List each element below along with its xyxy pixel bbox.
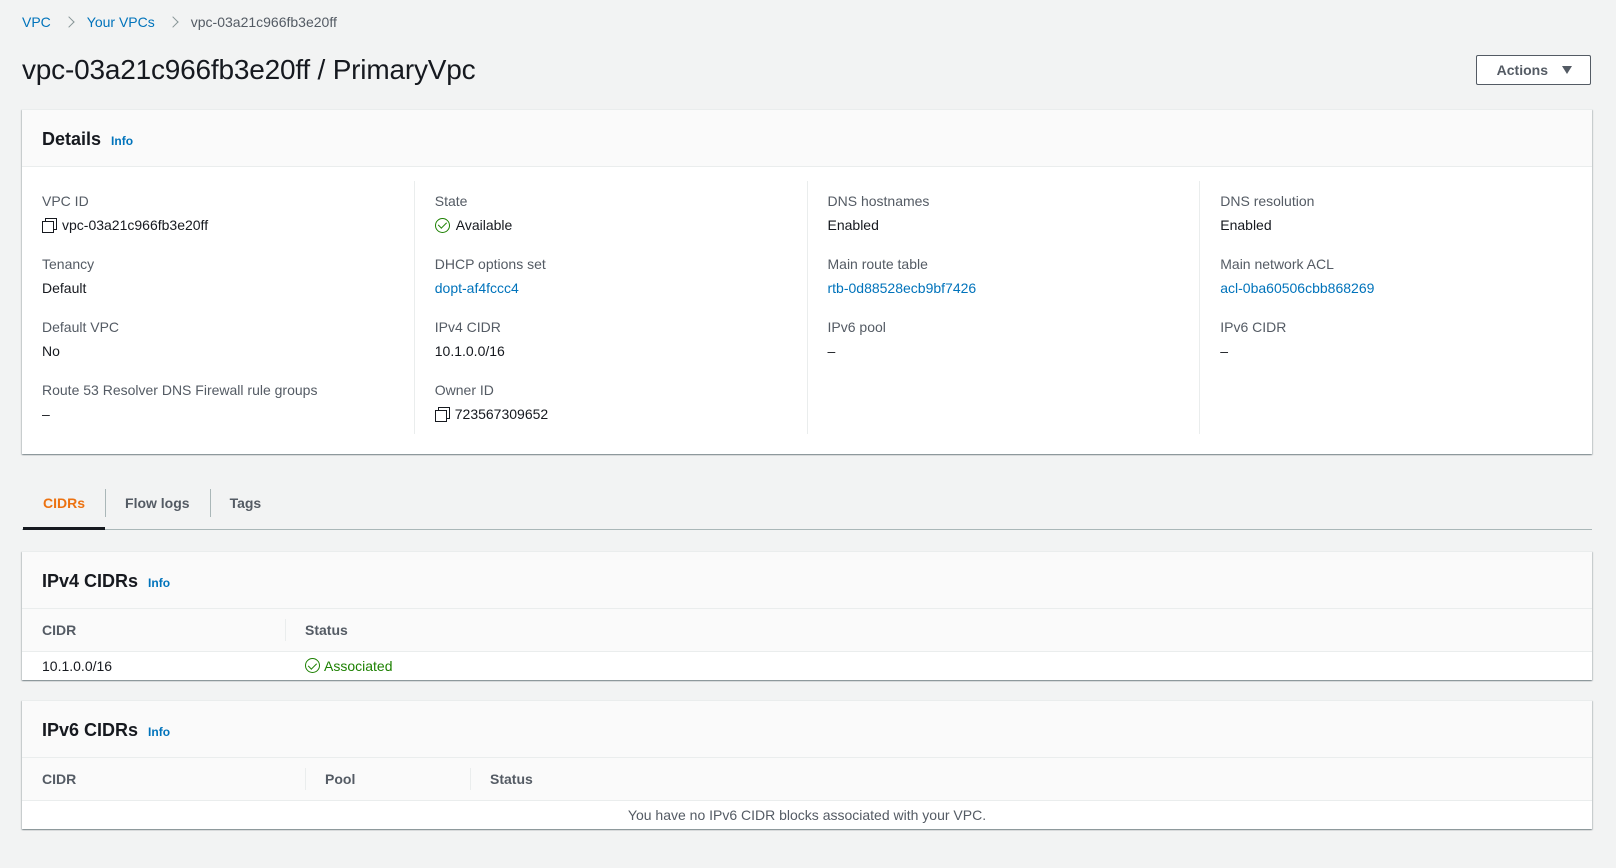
main-route-table-link[interactable]: rtb-0d88528ecb9bf7426 bbox=[828, 280, 977, 296]
chevron-right-icon bbox=[65, 15, 75, 29]
dns-hostnames-value: Enabled bbox=[827, 217, 879, 233]
details-panel: Details Info VPC ID vpc-03a21c966fb3e20f… bbox=[22, 109, 1592, 454]
details-column-3: DNS hostnames Enabled Main route table r… bbox=[806, 181, 1200, 434]
ipv6-cidr-field: IPv6 CIDR – bbox=[1220, 307, 1572, 370]
table-row: 10.1.0.0/16 Associated bbox=[22, 651, 1592, 680]
tab-flow-logs[interactable]: Flow logs bbox=[105, 481, 210, 529]
owner-id-label: Owner ID bbox=[434, 382, 494, 398]
breadcrumb: VPC Your VPCs vpc-03a21c966fb3e20ff bbox=[22, 11, 1592, 33]
status-value: Associated bbox=[324, 657, 393, 674]
main-route-table-label: Main route table bbox=[827, 256, 928, 272]
ipv6-cidrs-header: IPv6 CIDRs Info bbox=[22, 701, 1592, 758]
check-circle-icon bbox=[305, 658, 320, 674]
dns-resolution-value: Enabled bbox=[1220, 217, 1272, 233]
tab-tags[interactable]: Tags bbox=[209, 481, 282, 529]
ipv6-cidrs-panel: IPv6 CIDRs Info CIDR Pool Status You hav… bbox=[22, 700, 1592, 829]
tenancy-value: Default bbox=[42, 280, 87, 296]
ipv6-pool-label: IPv6 pool bbox=[827, 319, 886, 335]
ipv4-cidr-label: IPv4 CIDR bbox=[434, 319, 501, 335]
page-title: vpc-03a21c966fb3e20ff / PrimaryVpc bbox=[22, 54, 476, 85]
dns-resolution-field: DNS resolution Enabled bbox=[1220, 181, 1572, 244]
dhcp-link[interactable]: dopt-af4fccc4 bbox=[435, 280, 519, 296]
tenancy-field: Tenancy Default bbox=[42, 244, 394, 307]
main-route-table-field: Main route table rtb-0d88528ecb9bf7426 bbox=[828, 244, 1180, 307]
dns-hostnames-field: DNS hostnames Enabled bbox=[828, 181, 1180, 244]
details-column-4: DNS resolution Enabled Main network ACL … bbox=[1199, 181, 1592, 434]
column-header-status[interactable]: Status bbox=[470, 758, 1592, 801]
ipv6-cidr-label: IPv6 CIDR bbox=[1220, 319, 1287, 335]
details-header: Details Info bbox=[22, 110, 1592, 167]
ipv4-cidr-field: IPv4 CIDR 10.1.0.0/16 bbox=[435, 307, 787, 370]
breadcrumb-current: vpc-03a21c966fb3e20ff bbox=[190, 14, 337, 30]
state-field: State Available bbox=[434, 181, 787, 244]
column-header-cidr[interactable]: CIDR bbox=[22, 758, 305, 801]
route53-value: – bbox=[42, 406, 50, 422]
route53-field: Route 53 Resolver DNS Firewall rule grou… bbox=[42, 370, 394, 433]
column-header-pool[interactable]: Pool bbox=[305, 758, 470, 801]
ipv6-cidr-value: – bbox=[1220, 343, 1229, 359]
details-column-1: VPC ID vpc-03a21c966fb3e20ff Tenancy Def… bbox=[22, 181, 414, 434]
column-header-cidr[interactable]: CIDR bbox=[22, 609, 285, 652]
details-grid: VPC ID vpc-03a21c966fb3e20ff Tenancy Def… bbox=[22, 167, 1592, 454]
ipv4-cidr-value: 10.1.0.0/16 bbox=[434, 343, 505, 359]
ipv4-cidrs-table: CIDR Status 10.1.0.0/16 Associated bbox=[22, 609, 1592, 680]
cidr-cell: 10.1.0.0/16 bbox=[42, 657, 113, 674]
main-network-acl-field: Main network ACL acl-0ba60506cbb868269 bbox=[1220, 244, 1572, 307]
details-column-2: State Available DHCP options set dopt-af… bbox=[413, 181, 807, 434]
route53-label: Route 53 Resolver DNS Firewall rule grou… bbox=[42, 382, 318, 398]
copy-icon[interactable] bbox=[42, 218, 57, 233]
details-title: Details bbox=[42, 129, 102, 149]
breadcrumb-vpc-link[interactable]: VPC bbox=[22, 14, 51, 30]
actions-button-label: Actions bbox=[1496, 62, 1548, 78]
ipv4-cidrs-info-link[interactable]: Info bbox=[148, 576, 170, 590]
default-vpc-field: Default VPC No bbox=[42, 307, 394, 370]
tab-cidrs[interactable]: CIDRs bbox=[23, 481, 106, 530]
owner-id-value: 723567309652 bbox=[454, 406, 549, 422]
ipv4-cidrs-title: IPv4 CIDRs bbox=[42, 571, 139, 591]
chevron-right-icon bbox=[169, 15, 179, 29]
status-cell: Associated bbox=[285, 651, 1592, 680]
column-header-status[interactable]: Status bbox=[285, 609, 1592, 652]
dhcp-label: DHCP options set bbox=[434, 256, 546, 272]
owner-id-field: Owner ID 723567309652 bbox=[434, 370, 787, 433]
ipv6-cidrs-title: IPv6 CIDRs bbox=[42, 720, 139, 740]
main-network-acl-label: Main network ACL bbox=[1220, 256, 1334, 272]
tab-bar: CIDRs Flow logs Tags bbox=[22, 481, 1592, 530]
caret-down-icon bbox=[1562, 66, 1572, 74]
tenancy-label: Tenancy bbox=[42, 256, 95, 272]
ipv4-cidrs-panel: IPv4 CIDRs Info CIDR Status 10.1.0.0/16 … bbox=[22, 551, 1592, 680]
ipv6-pool-field: IPv6 pool – bbox=[828, 307, 1180, 370]
page: VPC Your VPCs vpc-03a21c966fb3e20ff vpc-… bbox=[0, 11, 1616, 868]
copy-icon[interactable] bbox=[434, 407, 450, 422]
default-vpc-value: No bbox=[42, 343, 60, 359]
actions-button[interactable]: Actions bbox=[1475, 55, 1591, 85]
breadcrumb-your-vpcs-link[interactable]: Your VPCs bbox=[87, 14, 155, 30]
dns-resolution-label: DNS resolution bbox=[1220, 193, 1315, 209]
dns-hostnames-label: DNS hostnames bbox=[827, 193, 930, 209]
ipv6-cidrs-info-link[interactable]: Info bbox=[148, 725, 170, 739]
table-row: You have no IPv6 CIDR blocks associated … bbox=[22, 800, 1592, 829]
ipv4-cidrs-header: IPv4 CIDRs Info bbox=[22, 552, 1592, 609]
ipv6-pool-value: – bbox=[827, 343, 836, 359]
default-vpc-label: Default VPC bbox=[42, 319, 120, 335]
check-circle-icon bbox=[434, 217, 450, 233]
empty-state-message: You have no IPv6 CIDR blocks associated … bbox=[627, 806, 987, 823]
state-label: State bbox=[434, 193, 468, 209]
vpc-id-field: VPC ID vpc-03a21c966fb3e20ff bbox=[42, 181, 394, 244]
state-value: Available bbox=[455, 217, 513, 233]
details-info-link[interactable]: Info bbox=[111, 134, 133, 148]
vpc-id-label: VPC ID bbox=[42, 193, 89, 209]
page-header: vpc-03a21c966fb3e20ff / PrimaryVpc Actio… bbox=[22, 53, 1592, 87]
ipv6-cidrs-table: CIDR Pool Status You have no IPv6 CIDR b… bbox=[22, 758, 1592, 829]
dhcp-field: DHCP options set dopt-af4fccc4 bbox=[435, 244, 787, 307]
main-network-acl-link[interactable]: acl-0ba60506cbb868269 bbox=[1220, 280, 1374, 296]
vpc-id-value: vpc-03a21c966fb3e20ff bbox=[62, 217, 209, 233]
